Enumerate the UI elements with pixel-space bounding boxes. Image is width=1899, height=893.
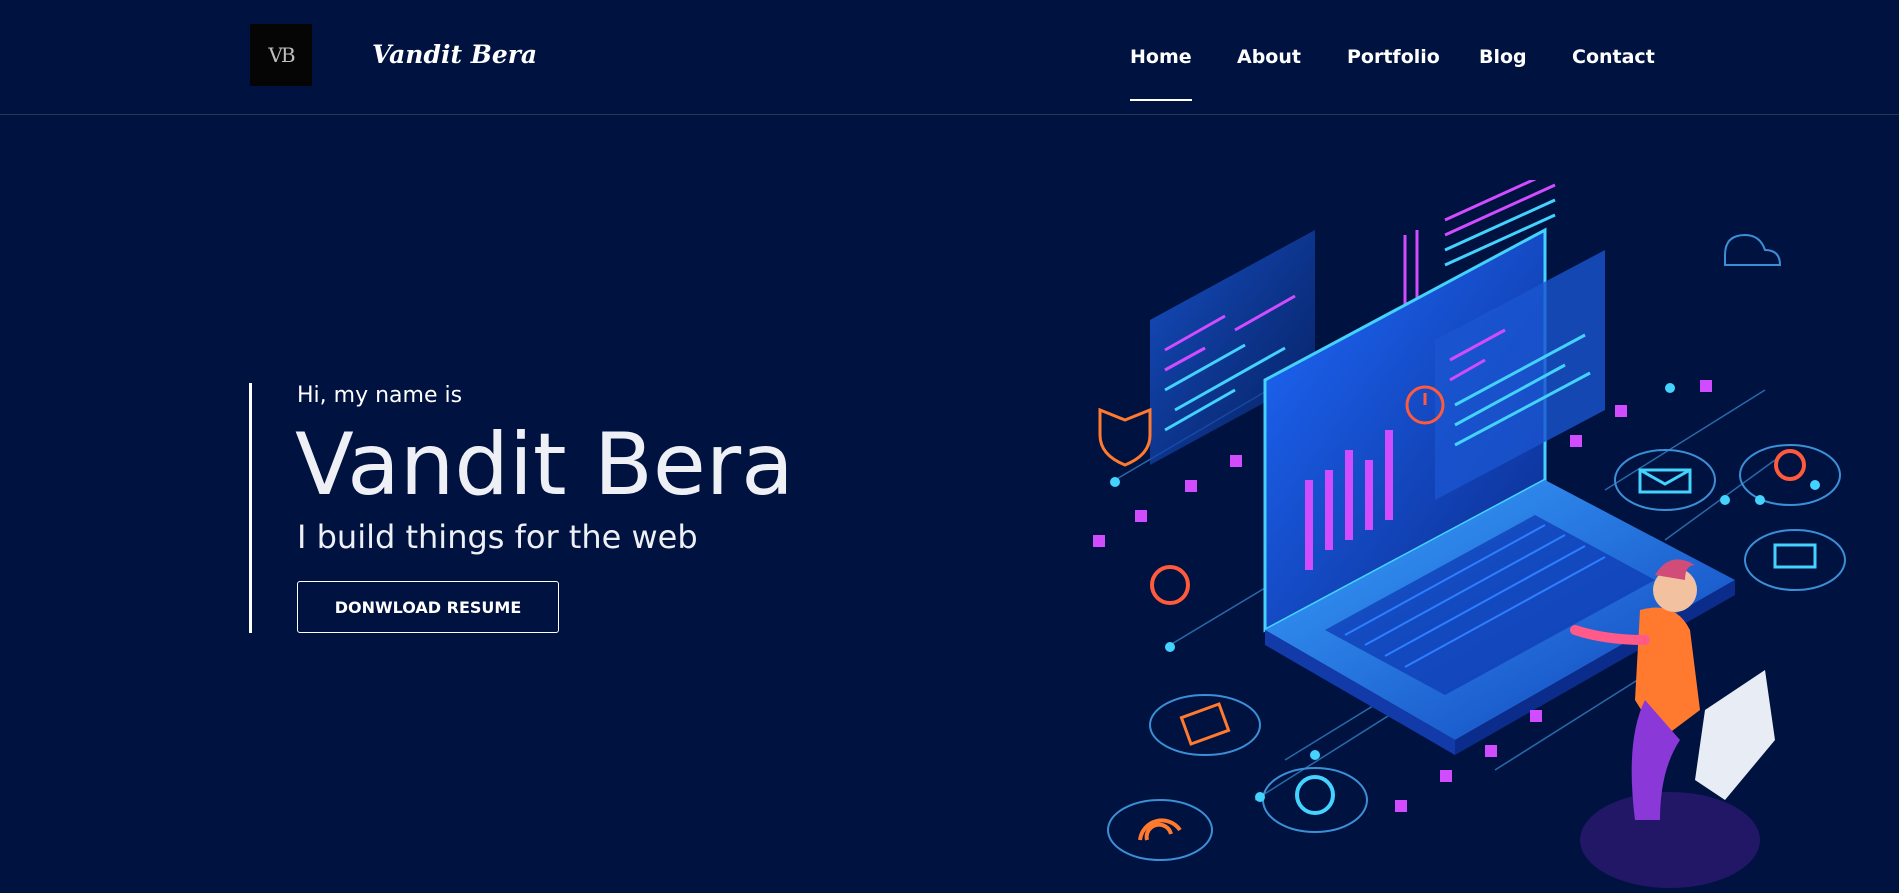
top-navbar: VB Vandit Bera Home About Portfolio Blog… xyxy=(0,0,1899,115)
nav-portfolio[interactable]: Portfolio xyxy=(1347,46,1440,68)
download-resume-button[interactable]: DONWLOAD RESUME xyxy=(297,581,559,633)
hero-accent-line xyxy=(249,383,252,633)
hero-name: Vandit Bera xyxy=(295,415,794,515)
brand-name[interactable]: Vandit Bera xyxy=(372,40,537,69)
nav-blog[interactable]: Blog xyxy=(1479,46,1527,68)
hero-greeting: Hi, my name is xyxy=(297,383,463,408)
nav-contact[interactable]: Contact xyxy=(1572,46,1655,68)
nav-home[interactable]: Home xyxy=(1130,46,1192,101)
hero-tagline: I build things for the web xyxy=(297,518,698,556)
logo-icon[interactable]: VB xyxy=(250,24,312,86)
nav-about[interactable]: About xyxy=(1237,46,1301,68)
developer-laptop-illustration xyxy=(1093,180,1846,888)
